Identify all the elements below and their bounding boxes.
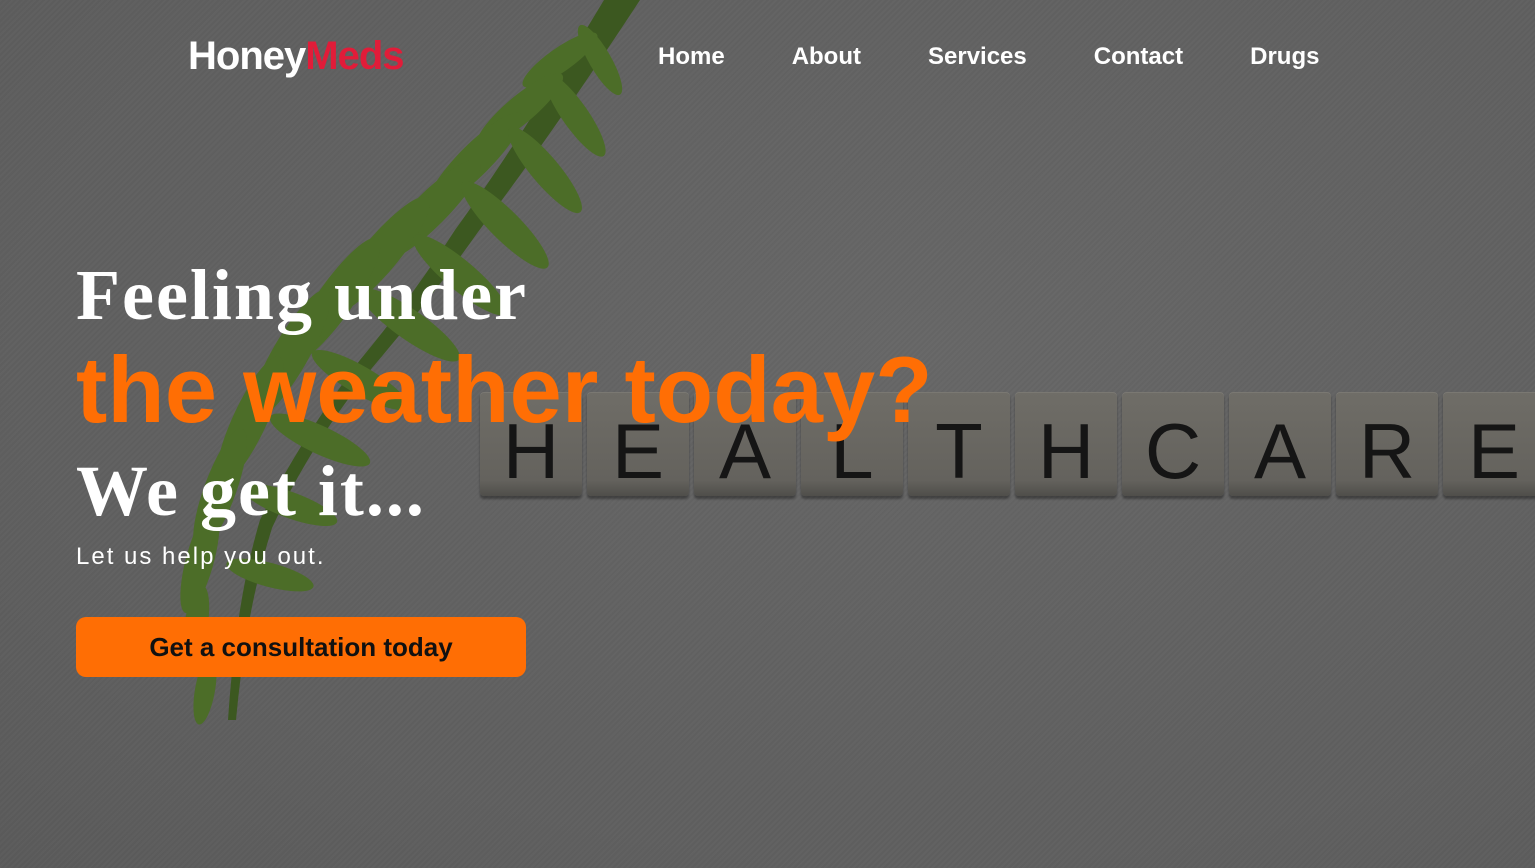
site-logo[interactable]: HoneyMeds bbox=[188, 33, 405, 79]
hero-subtitle: Let us help you out. bbox=[76, 543, 326, 570]
letter-tile: R bbox=[1336, 392, 1438, 496]
logo-text-meds: Meds bbox=[305, 34, 404, 78]
nav-link-home[interactable]: Home bbox=[658, 42, 725, 72]
nav-link-about[interactable]: About bbox=[792, 42, 861, 72]
consultation-button[interactable]: Get a consultation today bbox=[76, 617, 526, 677]
letter-tile: A bbox=[1229, 392, 1331, 496]
nav-link-services[interactable]: Services bbox=[928, 42, 1027, 72]
letter-tile: C bbox=[1122, 392, 1224, 496]
logo-text-honey: Honey bbox=[188, 34, 306, 78]
hero-heading-line3: We get it... bbox=[76, 451, 426, 531]
site-header: HoneyMeds Home About Services Contact Dr… bbox=[0, 0, 1535, 110]
nav-link-contact[interactable]: Contact bbox=[1094, 42, 1183, 72]
nav-link-drugs[interactable]: Drugs bbox=[1250, 42, 1319, 72]
main-nav: Home About Services Contact Drugs bbox=[658, 42, 1386, 72]
hero-heading-highlight: the weather today? bbox=[76, 337, 933, 442]
letter-tile: E bbox=[1443, 392, 1535, 496]
hero-heading-line1: Feeling under bbox=[76, 255, 528, 335]
letter-tile: H bbox=[1015, 392, 1117, 496]
